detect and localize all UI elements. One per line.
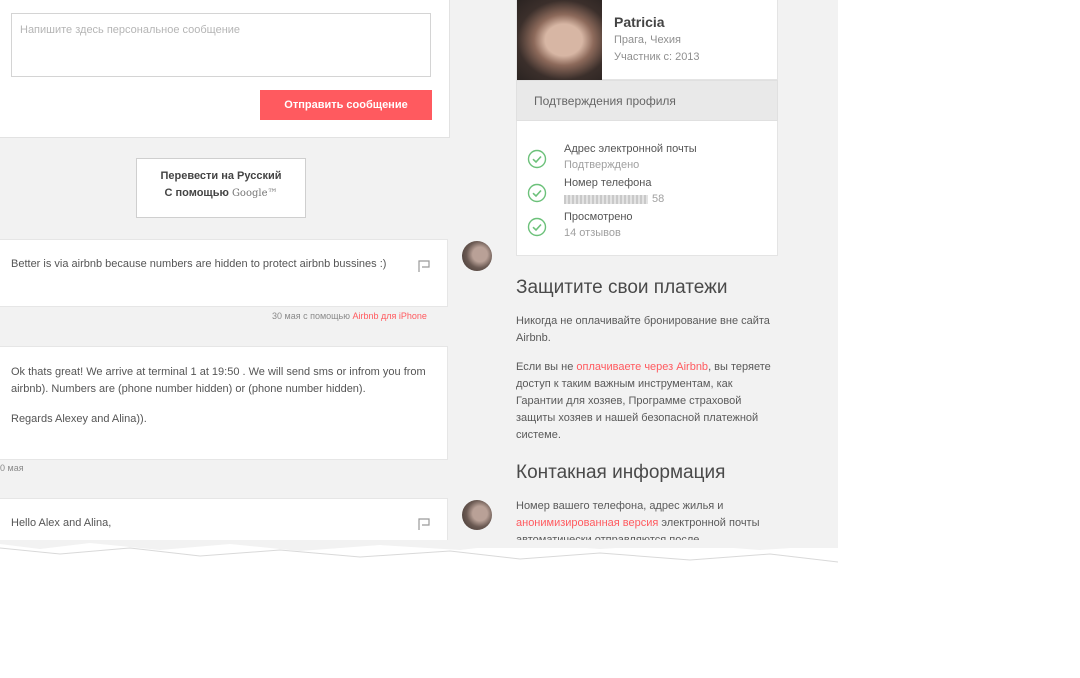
google-logo: Google™ (231, 188, 278, 199)
message-composer: Напишите здесь персональное сообщение От… (0, 0, 450, 138)
pay-through-airbnb-link[interactable]: оплачиваете через Airbnb (576, 361, 708, 373)
verification-status: Подтверждено (564, 159, 640, 171)
message-text: Hello Alex and Alina, (11, 517, 112, 529)
translate-with-label: С помощью (164, 187, 229, 199)
send-message-button[interactable]: Отправить сообщение (260, 90, 432, 120)
host-profile-card: Patricia Прага, Чехия Участник с: 2013 (516, 0, 778, 80)
verification-status[interactable]: 14 отзывов (564, 227, 621, 239)
flag-icon[interactable] (417, 259, 431, 273)
torn-edge (0, 540, 838, 563)
avatar[interactable] (462, 500, 492, 530)
messaging-page: Напишите здесь персональное сообщение От… (0, 0, 838, 548)
protect-payments-text: Никогда не оплачивайте бронирование вне … (516, 315, 770, 344)
message-meta: 30 мая с помощью Airbnb для iPhone (272, 311, 427, 321)
verifications-header: Подтверждения профиля (516, 80, 778, 121)
host-location: Прага, Чехия (614, 34, 681, 46)
verifications-list: Адрес электронной почты Подтверждено Ном… (516, 121, 778, 256)
message-date: 30 мая с помощью (272, 311, 353, 321)
contact-info-heading: Контакная информация (516, 462, 726, 483)
protect-payments-heading: Защитите свои платежи (516, 277, 728, 298)
host-name[interactable]: Patricia (614, 14, 665, 30)
avatar[interactable] (462, 241, 492, 271)
message-input[interactable]: Напишите здесь персональное сообщение (11, 13, 431, 77)
verification-label: Адрес электронной почты (564, 143, 697, 155)
protect-payments-details: Если вы не оплачиваете через Airbnb, вы … (516, 359, 778, 444)
translate-powered-by: С помощью Google™ (137, 185, 305, 202)
verification-label: Номер телефона (564, 177, 652, 189)
flag-icon[interactable] (417, 517, 431, 531)
member-since: Участник с: 2013 (614, 51, 700, 63)
message-signature: Regards Alexey and Alina)). (11, 413, 147, 425)
check-circle-icon (527, 183, 547, 203)
verification-item-phone: Номер телефона 58 (527, 177, 767, 211)
verification-item-email: Адрес электронной почты Подтверждено (527, 143, 767, 177)
message-bubble: Ok thats great! We arrive at terminal 1 … (0, 346, 448, 460)
message-date: 0 мая (0, 463, 24, 473)
phone-last-digits: 58 (652, 193, 665, 205)
message-text: Ok thats great! We arrive at terminal 1 … (11, 366, 426, 395)
verification-item-reviews: Просмотрено 14 отзывов (527, 211, 767, 245)
message-bubble: Better is via airbnb because numbers are… (0, 239, 448, 307)
anonymized-email-link[interactable]: анонимизированная версия (516, 517, 658, 529)
details-text: Если вы не (516, 361, 577, 373)
check-circle-icon (527, 217, 547, 237)
contact-text: Номер вашего телефона, адрес жилья и (516, 500, 724, 512)
verification-status: 58 (564, 193, 664, 205)
translate-button[interactable]: Перевести на Русский С помощью Google™ (136, 158, 306, 218)
masked-phone-number (564, 194, 648, 204)
airbnb-iphone-link[interactable]: Airbnb для iPhone (353, 311, 427, 321)
profile-photo[interactable] (517, 0, 602, 80)
translate-label: Перевести на Русский (160, 170, 282, 182)
verification-label: Просмотрено (564, 211, 633, 223)
details-text: , вы теряете доступ к таким важным инстр… (516, 361, 771, 441)
check-circle-icon (527, 149, 547, 169)
message-text: Better is via airbnb because numbers are… (11, 258, 387, 270)
